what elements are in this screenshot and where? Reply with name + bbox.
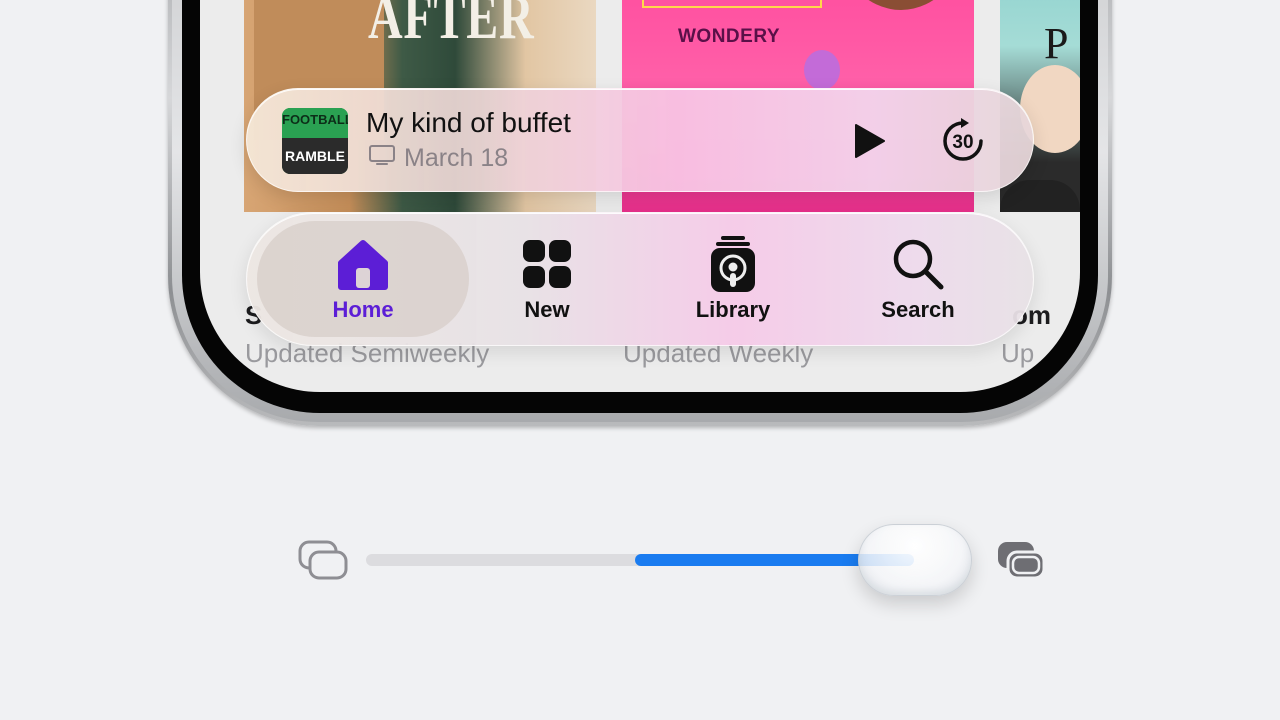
transparency-high-icon[interactable] [996, 540, 1046, 582]
tab-search[interactable]: Search [828, 233, 1008, 333]
play-button[interactable] [849, 121, 889, 161]
tab-new[interactable]: New [457, 233, 637, 333]
episode-title: My kind of buffet [366, 107, 571, 138]
tab-new-label: New [524, 297, 570, 322]
skip-forward-30-icon: 30 [943, 118, 983, 161]
mini-player[interactable]: FOOTBALL RAMBLE My kind of buffet March … [246, 88, 1034, 192]
tab-search-label: Search [881, 297, 955, 322]
artwork-2-banner [642, 0, 822, 8]
show-subtitle-3: Up [1001, 338, 1035, 368]
artwork-2-publisher: WONDERY [678, 26, 781, 47]
artwork-top-text: FOOTBALL [282, 108, 348, 142]
episode-date: March 18 [404, 144, 509, 172]
skip-seconds: 30 [952, 132, 973, 153]
episode-meta: March 18 [368, 143, 508, 174]
magnifier-icon [893, 239, 944, 290]
tab-library-label: Library [695, 297, 771, 322]
tv-icon [368, 143, 396, 174]
artwork-3-letter: P [1044, 19, 1069, 68]
tab-library[interactable]: Library [643, 233, 823, 333]
slider-track[interactable] [366, 554, 914, 566]
slider-thumb[interactable] [858, 524, 972, 596]
tab-bar: Home New Library Search [246, 212, 1034, 346]
transparency-low-icon[interactable] [298, 540, 348, 582]
library-icon [711, 236, 755, 292]
host-body-4 [1000, 180, 1080, 212]
grid-icon [523, 240, 571, 288]
mini-player-artwork: FOOTBALL RAMBLE [282, 108, 348, 174]
earring-decoration [804, 50, 840, 90]
tab-home[interactable]: Home [273, 233, 453, 333]
tab-home-label: Home [332, 297, 394, 322]
play-icon [855, 124, 885, 158]
skip-forward-button[interactable]: 30 [939, 117, 987, 165]
artwork-1-title: AFTER [368, 0, 535, 52]
artwork-bottom-text: RAMBLE [282, 138, 348, 174]
house-icon [338, 240, 388, 290]
host-face-3 [836, 0, 966, 10]
